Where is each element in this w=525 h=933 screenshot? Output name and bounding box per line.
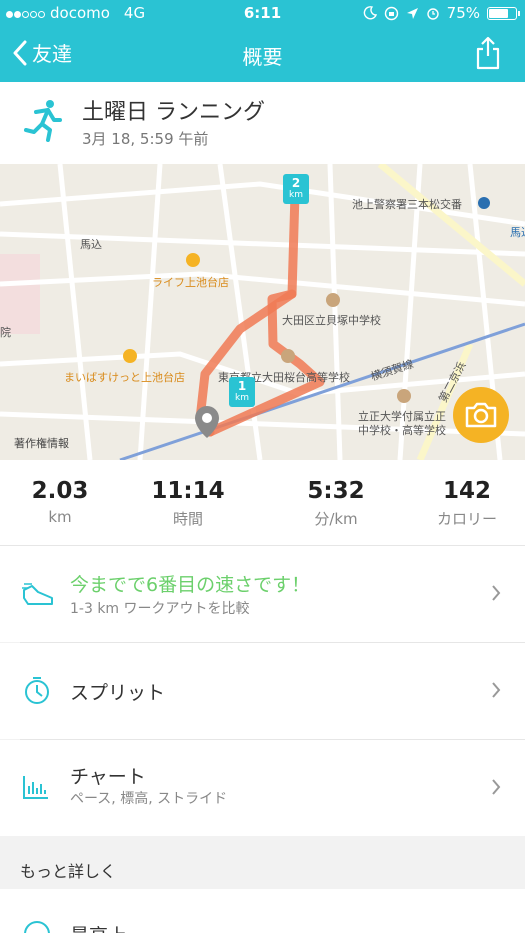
stat-calories-label: カロリー: [436, 510, 497, 528]
moon-icon: [363, 6, 377, 20]
shoe-icon: [22, 583, 53, 605]
gauge-icon: [24, 921, 50, 933]
bar-chart-icon: [23, 776, 48, 799]
rotation-lock-icon: [384, 6, 398, 20]
splits-title: スプリット: [70, 682, 166, 704]
route-map[interactable]: 池上警察署三本松交番 馬込 馬込 ライフ上池台店 大田区立貝塚中学校 院 まいば…: [0, 164, 525, 460]
map-label-maibasu: まいばすけっと上池台店: [64, 371, 185, 384]
max-row-title: 最高上: [70, 921, 127, 933]
map-label-police: 池上警察署三本松交番: [352, 198, 462, 211]
map-label-magome-right: 馬込: [510, 226, 525, 239]
activity-title: 土曜日 ランニング: [82, 100, 265, 125]
stat-pace: 5:32 分/km: [276, 478, 396, 529]
map-label-magome: 馬込: [80, 238, 102, 251]
stat-time: 11:14 時間: [128, 478, 248, 529]
km-marker-1: 1 km: [229, 377, 255, 407]
compare-title: 今までで6番目の速さです！: [70, 574, 311, 596]
map-label-in: 院: [0, 326, 11, 339]
status-bar: docomo 4G 6:11 75%: [0, 0, 525, 26]
chevron-right-icon: [492, 779, 501, 795]
start-pin-icon: [195, 406, 219, 438]
charts-title: チャート: [70, 766, 146, 788]
more-section-label: もっと詳しく: [20, 862, 117, 881]
map-label-school-kaizuka: 大田区立貝塚中学校: [282, 314, 381, 327]
battery-percent: 75%: [446, 4, 480, 22]
stat-distance: 2.03 km: [0, 478, 120, 526]
compare-subtitle: 1-3 km ワークアウトを比較: [70, 601, 250, 617]
km-marker-2-unit: km: [289, 190, 303, 200]
activity-date: 3月 18, 5:59 午前: [82, 130, 209, 148]
km-marker-2: 2 km: [283, 174, 309, 204]
km-marker-1-number: 1: [237, 379, 247, 393]
charts-subtitle: ペース, 標高, ストライド: [70, 791, 228, 807]
map-label-rissho-2: 中学校・高等学校: [358, 424, 446, 437]
stat-distance-label: km: [48, 508, 72, 526]
activity-header: 土曜日 ランニング 3月 18, 5:59 午前: [0, 82, 525, 164]
more-section-header: もっと詳しく: [0, 836, 525, 889]
stat-pace-value: 5:32: [307, 478, 365, 504]
compare-row[interactable]: 今までで6番目の速さです！ 1-3 km ワークアウトを比較: [0, 546, 525, 642]
splits-row[interactable]: スプリット: [0, 643, 525, 739]
charts-row[interactable]: チャート ペース, 標高, ストライド: [0, 740, 525, 836]
top-bar: docomo 4G 6:11 75% 友達 概要: [0, 0, 525, 82]
camera-icon: [465, 402, 497, 428]
chevron-right-icon: [492, 585, 501, 601]
stat-calories: 142 カロリー: [407, 478, 525, 529]
battery-icon: [487, 6, 520, 20]
share-button[interactable]: [475, 36, 501, 74]
stat-time-label: 時間: [172, 510, 203, 528]
share-icon: [476, 36, 500, 70]
running-icon: [24, 100, 62, 142]
map-label-life: ライフ上池台店: [152, 276, 229, 289]
nav-bar: 友達 概要: [0, 26, 525, 82]
km-marker-1-unit: km: [235, 393, 249, 403]
stat-time-value: 11:14: [151, 478, 225, 504]
stats-bar: 2.03 km 11:14 時間 5:32 分/km 142 カロリー: [0, 460, 525, 546]
map-copyright-link[interactable]: 著作権情報: [14, 435, 69, 451]
location-icon: [406, 7, 418, 19]
km-marker-2-number: 2: [291, 176, 301, 190]
stat-calories-value: 142: [442, 478, 491, 504]
stopwatch-icon: [25, 677, 49, 704]
stat-pace-label: 分/km: [314, 510, 358, 528]
max-row-partial[interactable]: 最高上: [0, 889, 525, 933]
page-title: 概要: [242, 45, 283, 69]
chevron-right-icon: [492, 682, 501, 698]
status-right: 75%: [363, 4, 520, 22]
alarm-icon: [426, 8, 439, 20]
stat-distance-value: 2.03: [31, 478, 89, 504]
camera-button[interactable]: [453, 387, 509, 443]
